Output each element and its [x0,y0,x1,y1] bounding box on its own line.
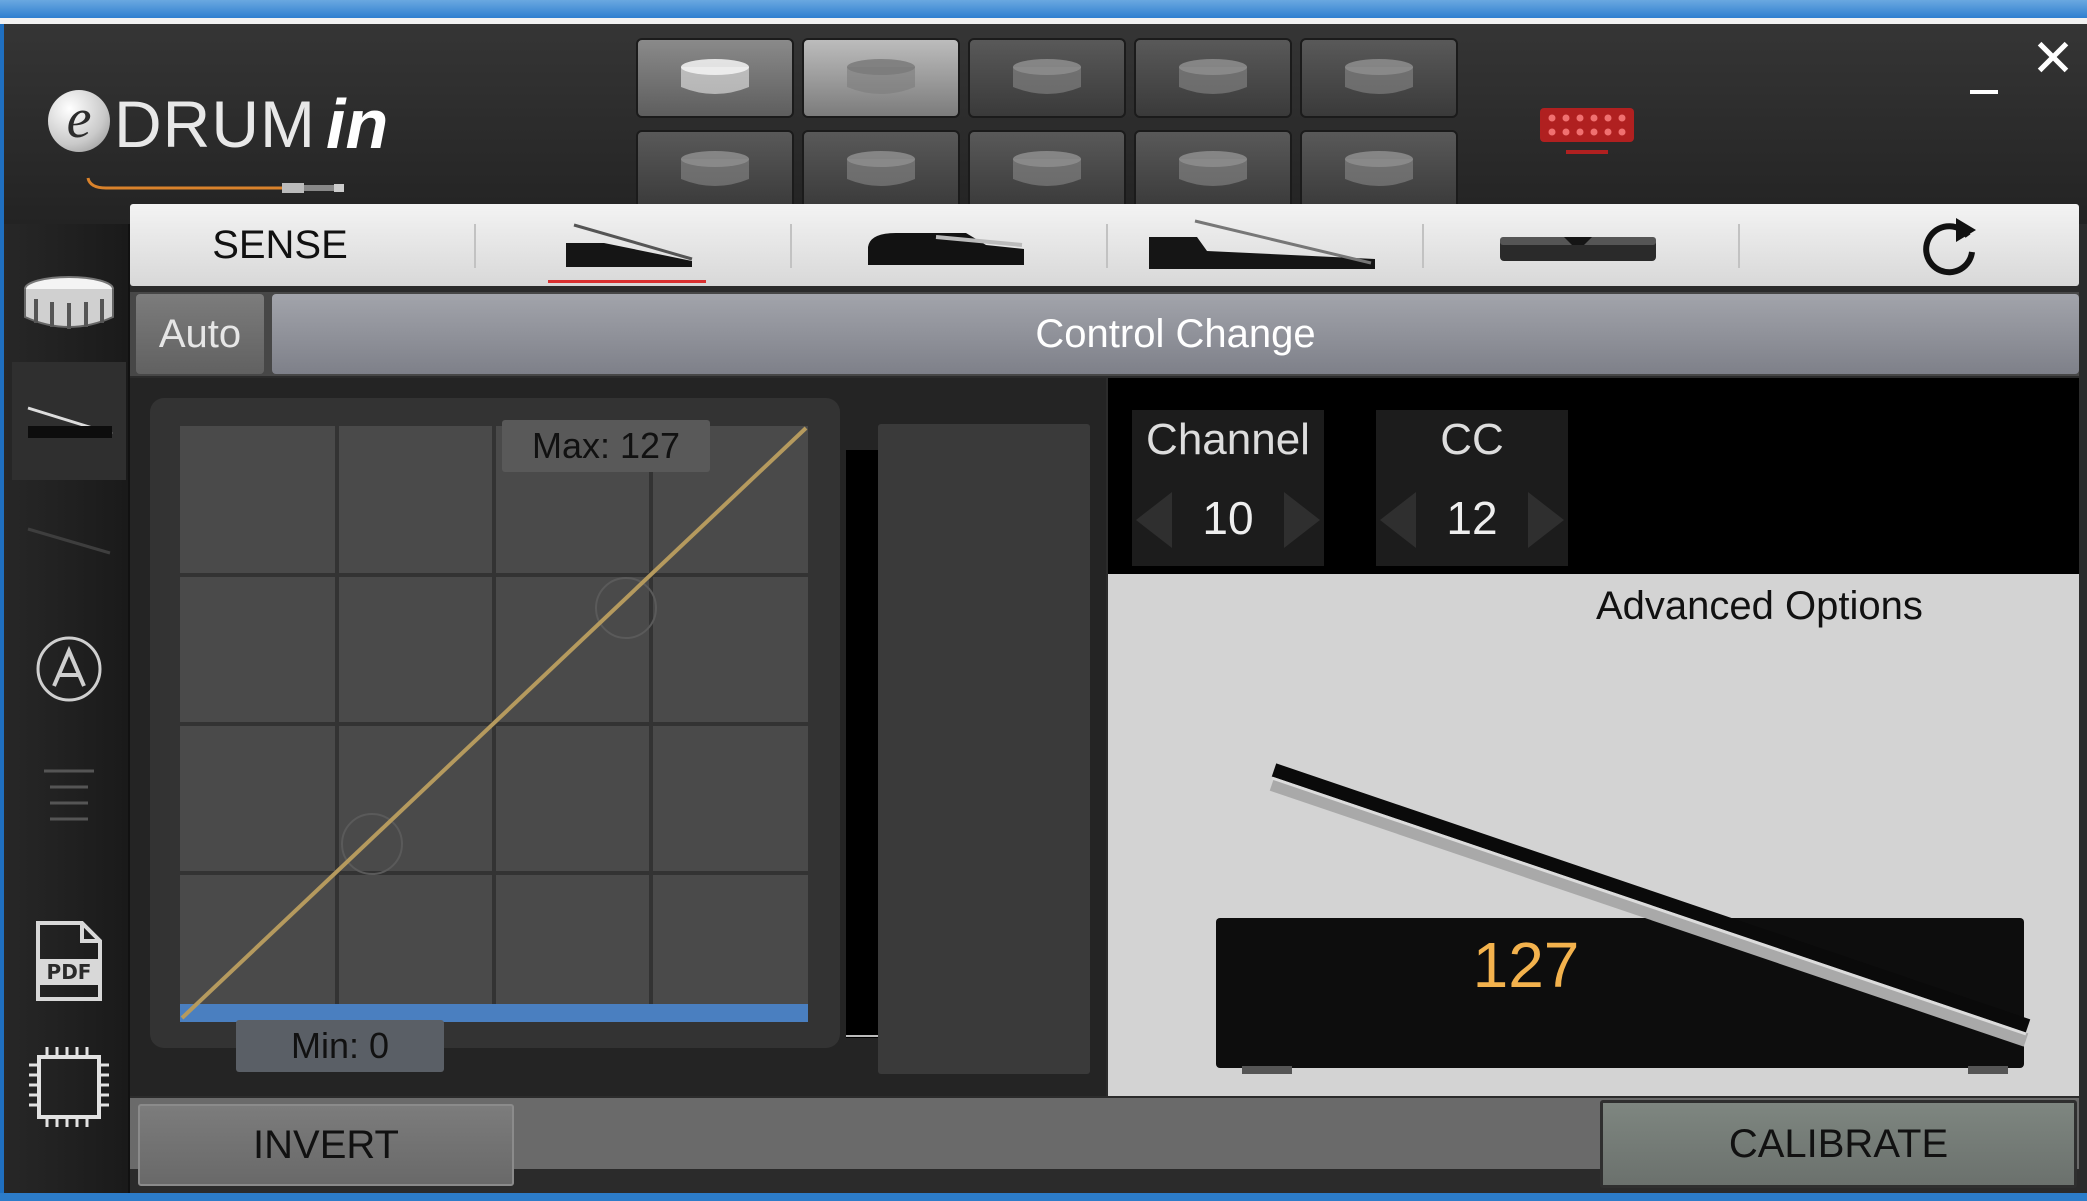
level-meter [846,450,880,1038]
invert-button[interactable]: INVERT [138,1104,514,1186]
minimize-button[interactable] [1964,60,2004,100]
pad-button-1[interactable] [636,38,794,118]
tab-sustain-pedal[interactable] [826,204,1066,286]
pad-button-5[interactable] [1300,38,1458,118]
drum-pad-icon [1179,59,1247,94]
drum-pad-icon [1345,59,1413,94]
sidebar-item-pedal[interactable] [12,362,126,480]
pedal-current-value: 127 [1472,929,1580,1001]
tab-divider [1422,224,1424,268]
pad-button-3[interactable] [968,38,1126,118]
sidebar-item-firmware[interactable] [12,1028,126,1146]
switch-pedal-icon [1500,237,1656,261]
min-value-label[interactable]: Min: 0 [236,1020,444,1072]
advanced-options-panel: Advanced Options 127 [1108,574,2079,1096]
menu-lines-icon [44,769,94,821]
pad-button-4[interactable] [1134,38,1292,118]
pdf-icon: PDF [36,921,102,1001]
drum-pad-icon [681,59,749,94]
auto-button[interactable]: Auto [136,294,264,374]
pad-selector-grid [636,38,1466,216]
logo-drum-text: DRUM [114,87,316,161]
midi-connector-icon[interactable] [1538,104,1636,176]
mode-bar: Auto Control Change [130,292,2079,376]
cc-spinner: CC 12 [1376,410,1568,566]
pad-button-9[interactable] [1134,130,1292,210]
pedal-icon [27,406,113,438]
channel-label: Channel [1146,415,1310,464]
drum-pad-icon [1013,59,1081,94]
sidebar-item-pedal-alt[interactable] [12,482,126,600]
desktop-titlebar-strip [0,0,2087,18]
max-value-label[interactable]: Max: 127 [502,420,710,472]
curve-area: Max: 127 Min: 0 [130,378,1106,1096]
app-logo: e DRUM in [48,85,408,196]
auto-a-circle-icon [36,636,102,702]
tab-divider [474,224,476,268]
sidebar-item-pdf[interactable]: PDF [12,902,126,1020]
active-tab-indicator [548,280,706,283]
header: e DRUM in ✕ [4,24,2087,224]
logo-e-badge: e [48,90,110,152]
pad-button-10[interactable] [1300,130,1458,210]
pad-button-2[interactable] [802,38,960,118]
hihat-pedal-icon [566,223,693,267]
sidebar-item-drum[interactable] [12,246,126,364]
cable-icon [86,177,344,193]
drum-pad-icon [847,59,915,94]
pedal-type-tabbar: SENSE [130,204,2079,286]
pedal-outline-icon [27,527,111,555]
tab-divider [1738,224,1740,268]
snare-drum-icon [24,276,114,329]
svg-text:PDF: PDF [47,960,92,984]
response-curve-graph[interactable] [150,398,840,1048]
left-sidebar: PDF [4,224,130,1193]
pedal-visual-icon [1216,763,2031,1074]
pad-button-7[interactable] [802,130,960,210]
output-meter-panel [878,424,1090,1074]
channel-spinner: Channel 10 [1132,410,1324,566]
expression-pedal-icon [1149,219,1375,269]
sustain-pedal-icon [868,233,1024,265]
reset-button[interactable] [1870,204,2030,286]
response-curve-panel: Max: 127 Min: 0 [150,398,840,1072]
drum-pad-icon [681,151,749,186]
tab-hihat-pedal[interactable] [510,204,750,286]
tab-expression-pedal[interactable] [1142,204,1382,286]
tab-divider [1106,224,1108,268]
footer-bar: INVERT CALIBRATE [130,1098,2079,1188]
desktop-taskbar-strip [0,1193,2087,1201]
sidebar-item-menu[interactable] [12,736,126,854]
channel-increment-icon[interactable] [1282,490,1322,550]
tab-divider [790,224,792,268]
tab-switch-pedal[interactable] [1458,204,1698,286]
close-button[interactable]: ✕ [2026,32,2080,86]
midi-settings: Channel 10 CC 12 [1108,378,2079,574]
refresh-icon [1923,218,1976,276]
pad-button-6[interactable] [636,130,794,210]
drum-pad-icon [847,151,915,186]
cc-label: CC [1440,415,1504,464]
control-change-mode[interactable]: Control Change [272,294,2079,374]
pad-button-8[interactable] [968,130,1126,210]
drum-pad-icon [1345,151,1413,186]
chip-icon [29,1047,109,1127]
logo-in-text: in [326,85,389,163]
drum-pad-icon [1013,151,1081,186]
tab-sense[interactable]: SENSE [160,204,400,286]
drum-pad-icon [1179,151,1247,186]
sidebar-item-auto[interactable] [12,610,126,728]
cc-increment-icon[interactable] [1526,490,1566,550]
calibrate-button[interactable]: CALIBRATE [1600,1100,2077,1188]
